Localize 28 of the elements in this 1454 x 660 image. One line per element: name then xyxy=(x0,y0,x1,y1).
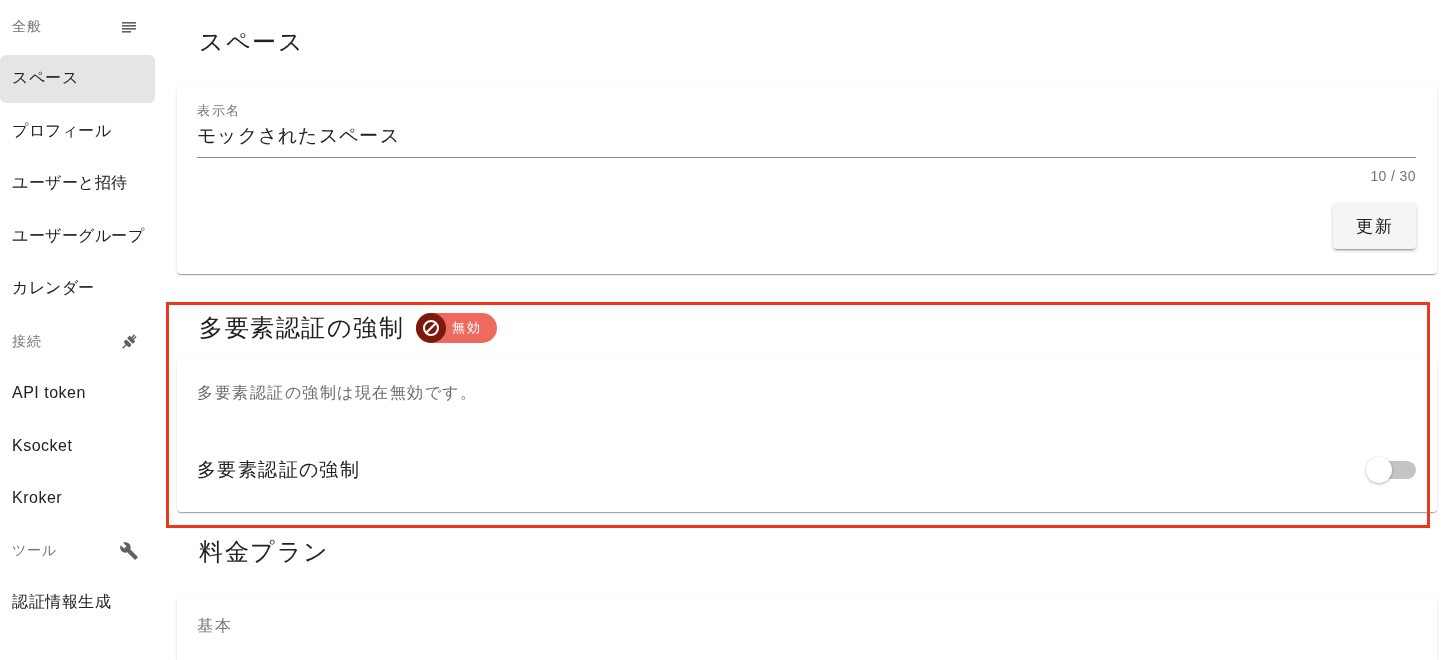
page-title: スペース xyxy=(199,27,304,57)
nav-item[interactable]: Ksocket xyxy=(0,421,155,470)
nav-item[interactable]: ユーザーと招待 xyxy=(0,159,155,208)
toggle-switch[interactable] xyxy=(1366,457,1416,483)
plug-icon xyxy=(120,332,138,351)
wrench-icon xyxy=(120,542,138,560)
section-title: 料金プラン xyxy=(199,537,330,567)
nav-item[interactable]: ユーザーグループ xyxy=(0,212,155,260)
nav-item[interactable]: カレンダー xyxy=(0,264,155,313)
field-label: 表示名 xyxy=(197,103,241,119)
update-button[interactable]: 更新 xyxy=(1333,203,1416,249)
nav-item[interactable]: API token xyxy=(0,369,155,417)
ban-icon xyxy=(416,313,446,343)
section-title: 多要素認証の強制 xyxy=(199,313,404,343)
section-heading: 接続 xyxy=(12,332,42,351)
toggle-label: 多要素認証の強制 xyxy=(197,458,361,482)
status-description: 多要素認証の強制は現在無効です。 xyxy=(197,383,477,403)
nav-item[interactable]: 認証情報生成 xyxy=(0,578,155,627)
menu-icon xyxy=(122,21,136,33)
nav-item[interactable]: Kroker xyxy=(0,474,155,522)
badge-label: 無効 xyxy=(452,319,482,337)
character-counter: 10 / 30 xyxy=(1370,167,1416,185)
section-heading: 全般 xyxy=(12,18,42,36)
section-heading: ツール xyxy=(12,542,57,560)
nav-item[interactable]: スペース xyxy=(0,54,155,103)
plan-label: 基本 xyxy=(197,616,232,636)
nav-item[interactable]: プロフィール xyxy=(0,107,155,155)
display-name-input[interactable]: モックされたスペース xyxy=(197,123,1416,158)
